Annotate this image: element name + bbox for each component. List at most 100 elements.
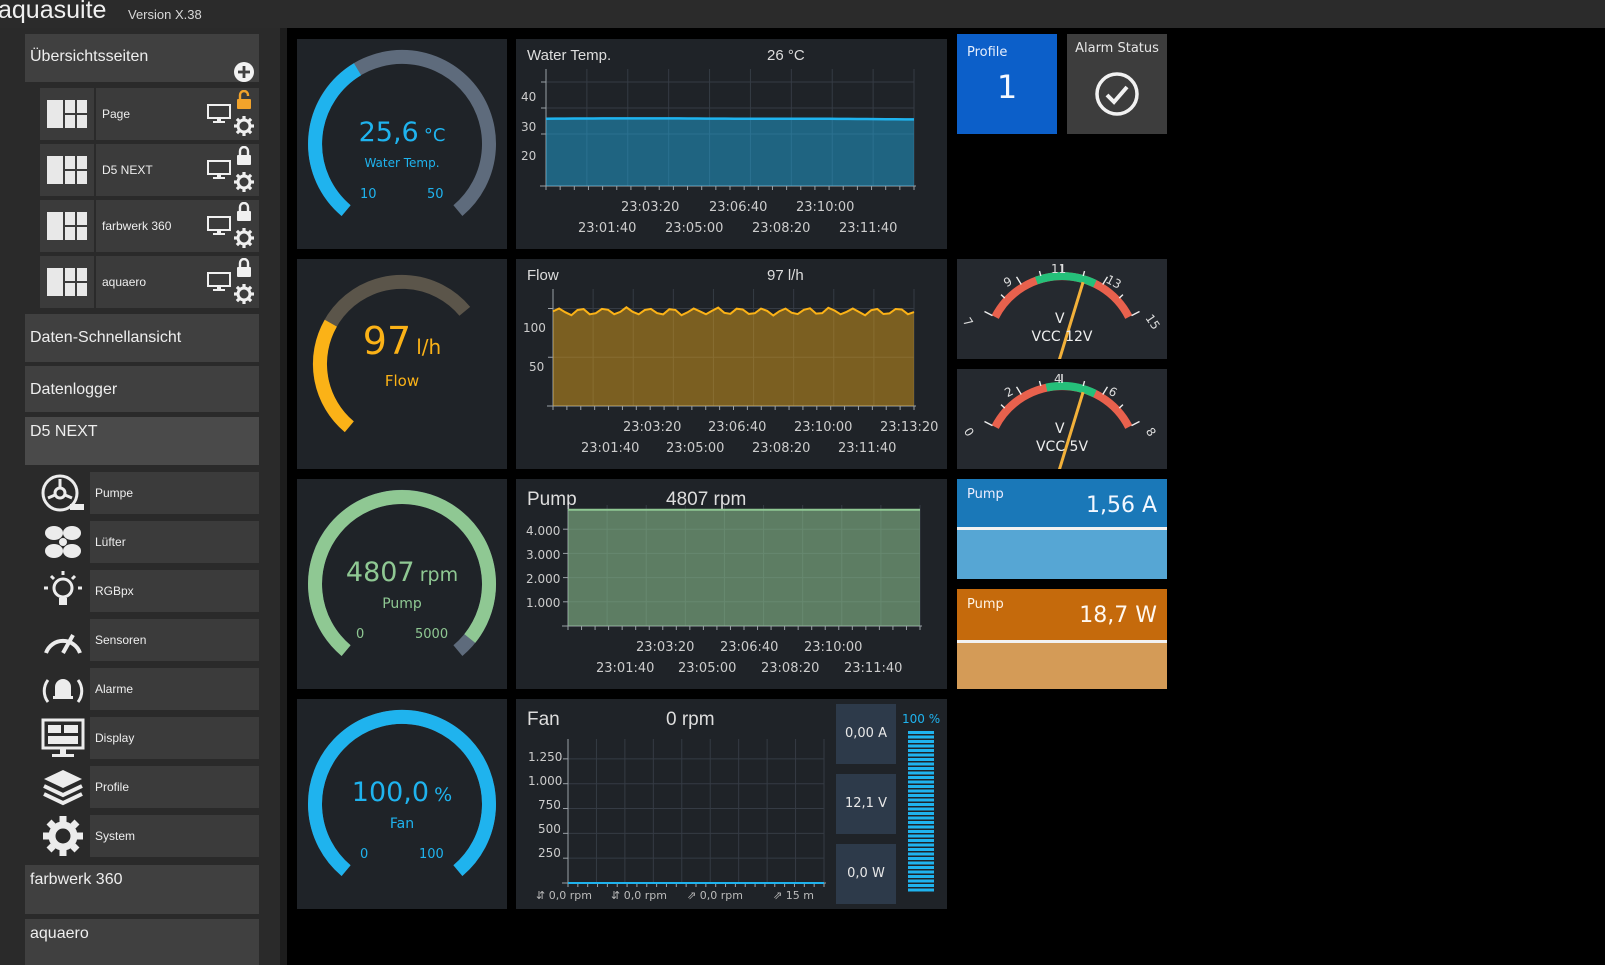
sidebar-section-overview[interactable]: Übersichtsseiten [25, 34, 259, 82]
y-tick-label: 3.000 [526, 548, 561, 562]
locked-icon[interactable] [236, 202, 252, 222]
sidebar-section-quick-view[interactable]: Daten-Schnellansicht [25, 314, 259, 362]
level-segment [908, 888, 934, 892]
sidebar-section-label: D5 NEXT [30, 423, 98, 440]
page-label: aquaero [102, 275, 147, 289]
x-tick-label: 23:10:00 [796, 200, 855, 215]
sidebar-device-item[interactable]: Profile [90, 766, 259, 808]
sidebar-page-item[interactable]: D5 NEXT [40, 144, 259, 196]
settings-gear-icon[interactable] [234, 116, 254, 136]
legend-item: ⇵ 0,0 rpm [611, 889, 667, 902]
sidebar-device-item[interactable]: RGBpx [90, 570, 259, 612]
locked-icon[interactable] [236, 146, 252, 166]
sidebar-section-datalogger[interactable]: Datenlogger [25, 366, 259, 412]
x-tick-label: 23:06:40 [709, 200, 768, 215]
level-segment [908, 785, 934, 788]
sidebar-section-label: Übersichtsseiten [30, 48, 149, 65]
settings-gear-icon[interactable] [234, 172, 254, 192]
pump-gauge-panel: 4807 rpm Pump 0 5000 [297, 479, 507, 689]
y-tick-label: 250 [538, 846, 561, 860]
sidebar-section-aquaero[interactable]: aquaero [25, 919, 259, 965]
level-segment [908, 879, 934, 883]
sidebar-device-item[interactable]: Alarme [90, 668, 259, 710]
locked-icon[interactable] [236, 258, 252, 278]
alarm-status-label: Alarm Status [1075, 41, 1159, 56]
sidebar-device-item[interactable]: System [90, 815, 259, 857]
level-segment [908, 866, 934, 869]
sidebar-section-device[interactable]: D5 NEXT [25, 417, 259, 465]
gauge-value: 100,0 [351, 777, 430, 808]
x-tick-label: 23:11:40 [839, 221, 898, 236]
monitor-icon[interactable] [207, 272, 231, 292]
gauge-label: Water Temp. [364, 156, 440, 170]
sidebar-device-item[interactable]: Display [90, 717, 259, 759]
gauge-label: Flow [384, 372, 420, 390]
fan-power-box: 0,0 W [836, 844, 896, 904]
level-segment [908, 767, 934, 770]
x-tick-label: 23:03:20 [621, 200, 680, 215]
legend-item: ⇗ 15 m [773, 889, 814, 902]
monitor-icon[interactable] [207, 104, 231, 124]
sidebar-splitter[interactable] [280, 28, 287, 965]
sidebar-section-label: aquaero [30, 925, 89, 942]
sidebar-page-item[interactable]: farbwerk 360 [40, 200, 259, 252]
meter-unit: V [1055, 421, 1065, 437]
level-segment [908, 884, 934, 887]
level-segment [908, 816, 934, 820]
x-tick-label: 23:03:20 [636, 640, 695, 655]
legend-value: 15 m [785, 889, 814, 902]
x-tick-label: 23:13:20 [880, 420, 939, 435]
gauge-min: 0 [360, 847, 369, 862]
sidebar-device-item[interactable]: Sensoren [90, 619, 259, 661]
page-layout-icon [47, 212, 87, 240]
level-segment [908, 857, 934, 860]
pump-chart-panel: Pump 4807 rpm 4.000 3.000 2.000 1.000 23… [516, 479, 947, 689]
meter-tick [1131, 420, 1140, 427]
alarm-status-tile[interactable]: Alarm Status [1067, 34, 1167, 134]
sidebar-device-item[interactable]: Pumpe [90, 472, 259, 514]
y-tick-label: 50 [529, 360, 545, 374]
page-label: Page [102, 107, 131, 121]
series-area [553, 307, 914, 406]
sidebar-page-item[interactable]: aquaero [40, 256, 259, 308]
page-layout-icon [47, 156, 87, 184]
meter-tick-label: 4 [1054, 372, 1062, 386]
sidebar-page-item[interactable]: Page [40, 88, 259, 140]
gauge-readout: 100,0 % [297, 777, 507, 808]
meter-unit: V [1055, 311, 1065, 327]
meter-label: VCC 12V [1031, 329, 1093, 345]
level-segment [908, 731, 934, 734]
tile-label: Pump [967, 597, 1004, 612]
x-tick-label: 23:06:40 [720, 640, 779, 655]
level-segment [908, 794, 934, 797]
unlocked-icon[interactable] [236, 90, 252, 110]
settings-gear-icon[interactable] [234, 228, 254, 248]
gauge-readout: 97 l/h [297, 319, 507, 363]
level-segment [908, 825, 934, 829]
water-temp-chart-panel: Water Temp. 26 °C 40 30 20 23:03:20 23:0… [516, 39, 947, 249]
fan-current-box: 0,00 A [836, 704, 896, 764]
monitor-icon[interactable] [207, 216, 231, 236]
gauge-icon [40, 617, 86, 663]
sidebar-device-item[interactable]: Lüfter [90, 521, 259, 563]
monitor-icon[interactable] [207, 160, 231, 180]
settings-gear-icon[interactable] [234, 284, 254, 304]
vcc5-meter-panel: V VCC 5V 0 2 4 6 8 [957, 369, 1167, 472]
profile-tile[interactable]: Profile 1 [957, 34, 1057, 134]
gauge-readout: 25,6 °C [297, 117, 507, 148]
vcc12-meter-panel: V VCC 12V 7 9 11 13 15 [957, 259, 1167, 362]
title-bar: aquasuite Version X.38 [0, 0, 1605, 28]
tile-value: 18,7 W [1079, 603, 1157, 628]
fan-current-value: 0,00 A [845, 726, 887, 741]
gear-icon [40, 813, 86, 859]
level-segment [908, 812, 934, 815]
flow-gauge-panel: 97 l/h Flow [297, 259, 507, 469]
alarm-bell-icon [40, 666, 86, 712]
meter-tick [984, 420, 993, 427]
level-segment [908, 803, 934, 806]
add-page-icon[interactable] [234, 62, 254, 82]
x-tick-label: 23:06:40 [708, 420, 767, 435]
fan-chart [562, 739, 826, 887]
sidebar-device-item-label: Lüfter [95, 535, 126, 549]
sidebar-section-farbwerk[interactable]: farbwerk 360 [25, 865, 259, 914]
